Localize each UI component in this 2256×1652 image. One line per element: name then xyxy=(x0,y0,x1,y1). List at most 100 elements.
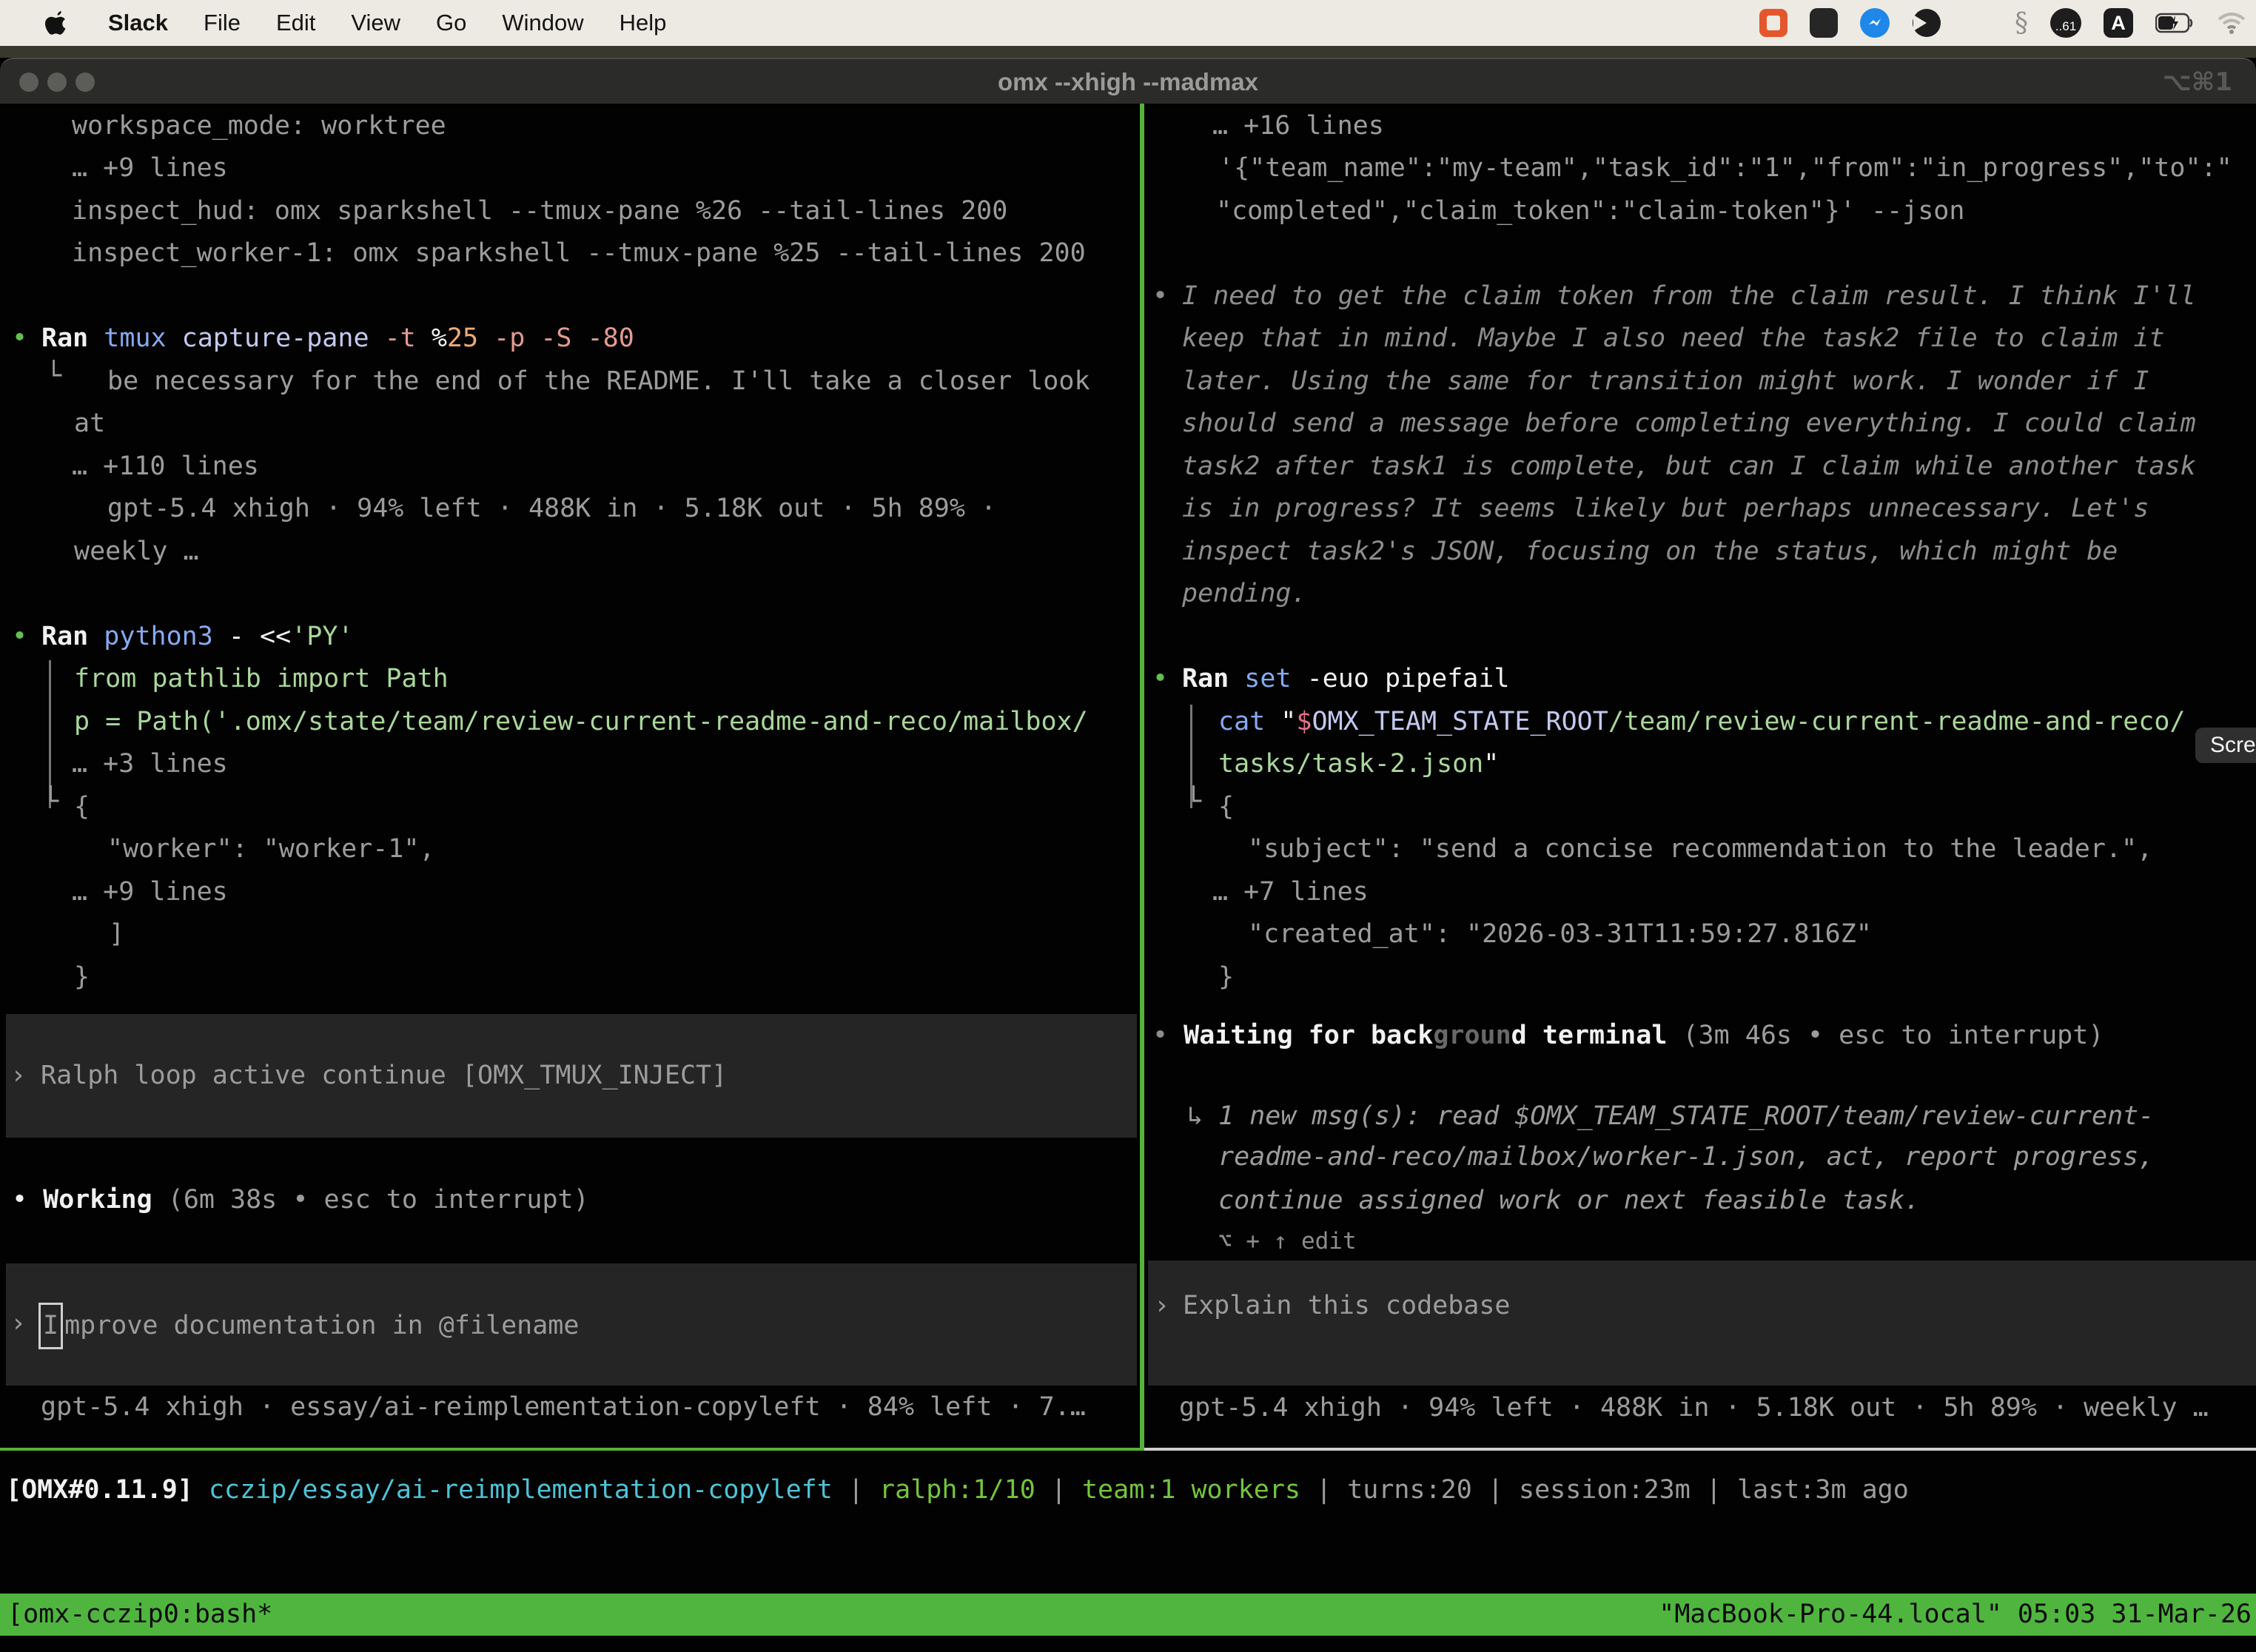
prompt-input-text: Improve documentation in @filename xyxy=(38,1303,579,1349)
menu-app-name[interactable]: Slack xyxy=(83,10,186,36)
bullet: • xyxy=(12,318,27,360)
window-shadow xyxy=(0,46,2256,58)
window-shortcut-hint: ⌥⌘1 xyxy=(2163,59,2232,105)
a-app-icon[interactable]: A xyxy=(2104,8,2133,38)
omx-status-line: [OMX#0.11.9] cczip/essay/ai-reimplementa… xyxy=(6,1469,1909,1511)
terminal-window: omx --xhigh --madmax ⌥⌘1 workspace_mode:… xyxy=(0,58,2256,1652)
thought-line: pending. xyxy=(1182,573,1307,615)
cat-output-line: … +7 lines xyxy=(1212,871,1369,913)
thought-line: task2 after task1 is complete, but can I… xyxy=(1182,446,2196,488)
hud-line: workspace_mode: worktree xyxy=(72,105,446,147)
cat-output-line: } xyxy=(1218,956,1234,998)
prompt-input-right[interactable]: › Explain this codebase xyxy=(1148,1260,2256,1386)
text-cursor: I xyxy=(38,1303,63,1349)
bullet: • xyxy=(1152,275,1168,318)
apple-icon xyxy=(43,10,70,36)
tmux-output-line: weekly … xyxy=(74,531,199,573)
left-pane[interactable]: workspace_mode: worktree … +9 lines insp… xyxy=(0,104,1140,1448)
output-corner: └ xyxy=(1186,781,1201,823)
apple-menu[interactable] xyxy=(43,10,83,36)
menu-item-window[interactable]: Window xyxy=(484,10,601,36)
output-corner: └ xyxy=(43,781,58,823)
menu-item-view[interactable]: View xyxy=(333,10,418,36)
menu-bar: Slack File Edit View Go Window Help § ..… xyxy=(0,0,2256,46)
cat-output-line: "subject": "send a concise recommendatio… xyxy=(1248,828,2152,870)
chat-app-icon-inner xyxy=(1767,16,1780,30)
thought-line: is in progress? It seems likely but perh… xyxy=(1182,488,2149,530)
python-code-line: from pathlib import Path xyxy=(74,658,449,700)
mailbox-msg-line: 1 new msg(s): read $OMX_TEAM_STATE_ROOT/… xyxy=(1218,1095,2154,1138)
terminal-content: workspace_mode: worktree … +9 lines insp… xyxy=(0,104,2256,1652)
tmux-status-bar: [omx-cczip0:bash* "MacBook-Pro-44.local"… xyxy=(0,1594,2256,1636)
menu-item-help[interactable]: Help xyxy=(602,10,685,36)
grid-shield-icon[interactable] xyxy=(1810,8,1838,38)
right-pane-status: gpt-5.4 xhigh · 94% left · 488K in · 5.1… xyxy=(1179,1387,2209,1429)
ran-tmux-command: Ran tmux capture-pane -t %25 -p -S -80 xyxy=(41,318,634,360)
prompt-suggestion-text: Explain this codebase xyxy=(1183,1285,1511,1327)
prompt-chevron: › xyxy=(10,1055,26,1097)
mailbox-msg-line: continue assigned work or next feasible … xyxy=(1218,1180,1920,1222)
prompt-input-left[interactable]: › Improve documentation in @filename xyxy=(6,1263,1137,1386)
hook-icon[interactable]: § xyxy=(2015,8,2028,38)
window-title-bar[interactable]: omx --xhigh --madmax ⌥⌘1 xyxy=(0,58,2256,104)
right-pane-bottom-border xyxy=(1144,1448,2256,1451)
thought-line: later. Using the same for transition mig… xyxy=(1182,360,2149,403)
dots-grid-icon[interactable] xyxy=(1964,9,1993,38)
window-title: omx --xhigh --madmax xyxy=(0,59,2256,105)
thought-line: should send a message before completing … xyxy=(1182,403,2196,445)
menu-item-go[interactable]: Go xyxy=(418,10,484,36)
hud-line: … +9 lines xyxy=(72,147,228,189)
python-output-line: ] xyxy=(109,913,124,956)
python-code-line: p = Path('.omx/state/team/review-current… xyxy=(74,701,1088,743)
thought-line: inspect task2's JSON, focusing on the st… xyxy=(1182,531,2118,573)
badge-61-icon[interactable]: ..61 xyxy=(2050,8,2081,38)
output-corner: └ xyxy=(46,355,61,397)
menu-item-file[interactable]: File xyxy=(186,10,258,36)
chat-app-icon[interactable] xyxy=(1759,9,1787,37)
cat-output-line: { xyxy=(1218,786,1234,828)
msg-arrow: ↳ xyxy=(1187,1095,1203,1138)
thought-line: keep that in mind. Maybe I also need the… xyxy=(1182,318,2165,360)
cat-command-line: cat "$OMX_TEAM_STATE_ROOT/team/review-cu… xyxy=(1218,701,2185,743)
battery-icon[interactable] xyxy=(2155,13,2195,33)
edit-shortcut-hint: ⌥ + ↑ edit xyxy=(1218,1220,1357,1263)
inject-banner-text: Ralph loop active continue [OMX_TMUX_INJ… xyxy=(41,1055,727,1097)
python-output-line: … +9 lines xyxy=(72,871,228,913)
output-line: "completed","claim_token":"claim-token"}… xyxy=(1216,190,1964,232)
tmux-session-window-label[interactable]: [omx-cczip0:bash* xyxy=(7,1594,272,1636)
tmux-output-line: at xyxy=(74,403,105,445)
hud-line: inspect_hud: omx sparkshell --tmux-pane … xyxy=(72,190,1007,232)
menu-item-edit[interactable]: Edit xyxy=(258,10,333,36)
menu-bar-left: Slack File Edit View Go Window Help xyxy=(0,10,684,36)
mailbox-msg-line: readme-and-reco/mailbox/worker-1.json, a… xyxy=(1218,1136,2154,1178)
tmux-host-and-clock: "MacBook-Pro-44.local" 05:03 31-Mar-26 xyxy=(1659,1594,2252,1636)
output-line: … +16 lines xyxy=(1212,105,1384,147)
output-line: '{"team_name":"my-team","task_id":"1","f… xyxy=(1218,147,2232,189)
bullet: • xyxy=(12,616,27,658)
left-pane-bottom-border xyxy=(0,1448,1144,1451)
tmux-output-line: … +110 lines xyxy=(72,446,259,488)
hud-line: inspect_worker-1: omx sparkshell --tmux-… xyxy=(72,232,1086,275)
tmux-output-line: be necessary for the end of the README. … xyxy=(107,360,1090,403)
inject-banner[interactable]: › Ralph loop active continue [OMX_TMUX_I… xyxy=(6,1014,1137,1138)
working-status: • Working (6m 38s • esc to interrupt) xyxy=(12,1179,589,1221)
screenshot-tooltip: Scre xyxy=(2195,728,2256,763)
python-output-line: { xyxy=(74,786,90,828)
pane-divider[interactable] xyxy=(1140,104,1144,1451)
python-output-line: } xyxy=(74,956,90,998)
tmux-output-line: gpt-5.4 xhigh · 94% left · 488K in · 5.1… xyxy=(107,488,996,530)
bullet: • xyxy=(1152,658,1168,700)
prompt-chevron: › xyxy=(10,1303,26,1345)
menu-bar-status-icons: § ..61 A xyxy=(1759,0,2246,46)
right-pane[interactable]: … +16 lines '{"team_name":"my-team","tas… xyxy=(1144,104,2256,1448)
python-output-line: "worker": "worker-1", xyxy=(107,828,435,870)
waiting-status: • Waiting for background terminal (3m 46… xyxy=(1152,1015,2104,1057)
ran-set-command: Ran set -euo pipefail xyxy=(1182,658,1510,700)
cat-command-line: tasks/task-2.json" xyxy=(1218,743,1499,785)
loom-icon[interactable] xyxy=(1912,8,1941,38)
left-pane-status: gpt-5.4 xhigh · essay/ai-reimplementatio… xyxy=(41,1386,1086,1428)
messenger-icon[interactable] xyxy=(1860,8,1890,38)
wifi-icon[interactable] xyxy=(2218,12,2246,34)
ran-python-command: Ran python3 - <<'PY' xyxy=(41,616,353,658)
thought-line: I need to get the claim token from the c… xyxy=(1182,275,2196,318)
